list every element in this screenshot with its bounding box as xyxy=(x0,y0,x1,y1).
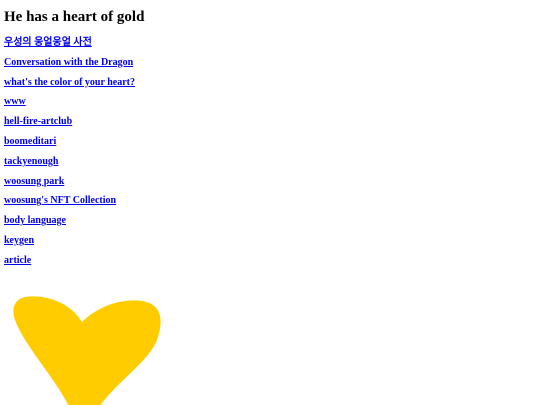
link-item: tackyenough xyxy=(4,153,135,173)
link-item: Conversation with the Dragon xyxy=(4,54,135,74)
link-nft-collection[interactable]: woosung's NFT Collection xyxy=(4,195,116,206)
link-item: hell-fire-artclub xyxy=(4,113,135,133)
heart-shape xyxy=(13,296,161,405)
link-item: woosung's NFT Collection xyxy=(4,192,135,212)
link-tackyenough[interactable]: tackyenough xyxy=(4,156,58,167)
link-conversation-dragon[interactable]: Conversation with the Dragon xyxy=(4,57,133,68)
link-boomeditari[interactable]: boomeditari xyxy=(4,136,56,147)
link-item: body language xyxy=(4,212,135,232)
link-article[interactable]: article xyxy=(4,255,31,266)
link-woosung-park[interactable]: woosung park xyxy=(4,176,64,187)
link-item: article xyxy=(4,252,135,272)
link-hell-fire-artclub[interactable]: hell-fire-artclub xyxy=(4,116,72,127)
link-item: www xyxy=(4,93,135,113)
link-item: boomeditari xyxy=(4,133,135,153)
link-list: 우성의 웅얼웅얼 사전 Conversation with the Dragon… xyxy=(4,34,135,272)
link-dictionary[interactable]: 우성의 웅얼웅얼 사전 xyxy=(4,37,92,48)
link-item: woosung park xyxy=(4,173,135,193)
page: He has a heart of gold 우성의 웅얼웅얼 사전 Conve… xyxy=(0,0,540,405)
page-heading: He has a heart of gold xyxy=(4,9,145,25)
link-body-language[interactable]: body language xyxy=(4,215,66,226)
link-item: 우성의 웅얼웅얼 사전 xyxy=(4,34,135,54)
link-www[interactable]: www xyxy=(4,96,26,107)
link-item: keygen xyxy=(4,232,135,252)
link-item: what's the color of your heart? xyxy=(4,74,135,94)
link-keygen[interactable]: keygen xyxy=(4,235,34,246)
heart-icon xyxy=(10,292,166,405)
link-heart-color[interactable]: what's the color of your heart? xyxy=(4,77,135,88)
